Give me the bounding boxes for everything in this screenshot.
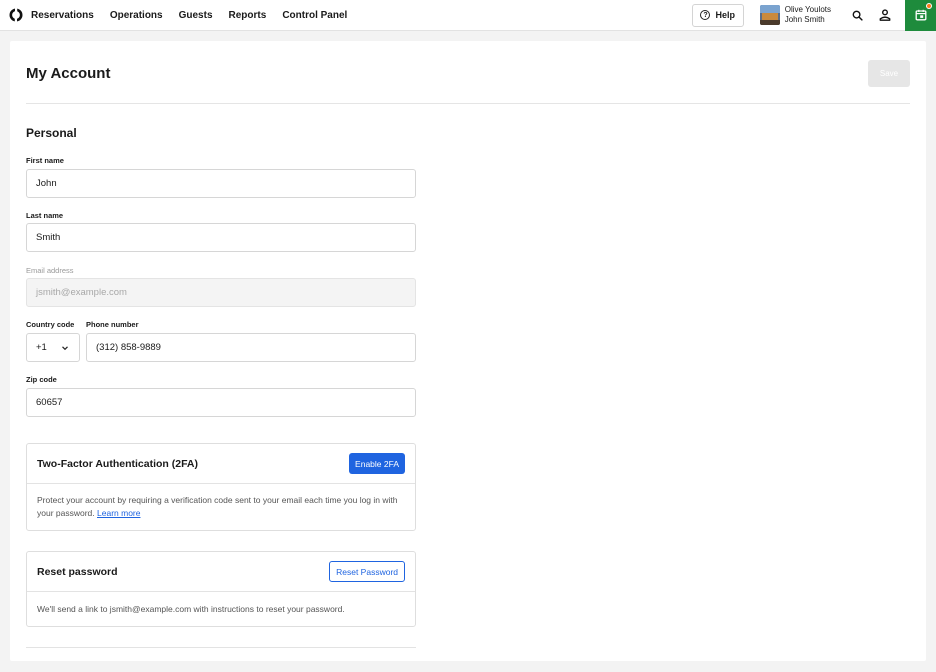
zip-code-label: Zip code bbox=[26, 375, 57, 384]
reset-password-description: We'll send a link to jsmith@example.com … bbox=[37, 604, 345, 614]
email-input: jsmith@example.com bbox=[26, 278, 416, 307]
last-name-input[interactable]: Smith bbox=[26, 223, 416, 252]
email-label: Email address bbox=[26, 266, 74, 275]
venue-thumbnail bbox=[759, 5, 780, 25]
account-card: My Account Save Personal First name John… bbox=[10, 41, 926, 661]
save-button[interactable]: Save bbox=[868, 60, 910, 87]
reset-password-button[interactable]: Reset Password bbox=[329, 561, 405, 582]
nav-reports[interactable]: Reports bbox=[229, 10, 267, 21]
app-logo-icon[interactable] bbox=[9, 8, 23, 22]
calendar-icon bbox=[915, 9, 926, 21]
bottom-divider bbox=[26, 647, 416, 648]
reset-password-title: Reset password bbox=[37, 565, 118, 578]
nav-reservations[interactable]: Reservations bbox=[31, 10, 94, 21]
reset-password-box: Reset password Reset Password We'll send… bbox=[26, 551, 416, 627]
enable-2fa-button[interactable]: Enable 2FA bbox=[349, 453, 405, 474]
country-code-value: +1 bbox=[36, 342, 47, 353]
notification-dot bbox=[926, 2, 932, 9]
two-factor-title: Two-Factor Authentication (2FA) bbox=[37, 457, 198, 470]
first-name-label: First name bbox=[26, 156, 64, 165]
section-title-personal: Personal bbox=[26, 126, 77, 140]
top-nav: Reservations Operations Guests Reports C… bbox=[0, 0, 936, 31]
title-divider bbox=[26, 103, 910, 104]
nav-operations[interactable]: Operations bbox=[110, 10, 163, 21]
venue-switcher[interactable]: Olive Youlots John Smith bbox=[759, 5, 831, 25]
first-name-input[interactable]: John bbox=[26, 169, 416, 198]
venue-name: Olive Youlots bbox=[784, 5, 831, 14]
nav-guests[interactable]: Guests bbox=[179, 10, 213, 21]
two-factor-description: Protect your account by requiring a veri… bbox=[27, 484, 415, 520]
phone-label: Phone number bbox=[86, 320, 139, 329]
calendar-button[interactable] bbox=[905, 0, 936, 31]
chevron-down-icon bbox=[62, 345, 68, 350]
zip-code-input[interactable]: 60657 bbox=[26, 388, 416, 417]
search-icon[interactable] bbox=[849, 7, 865, 23]
country-code-select[interactable]: +1 bbox=[26, 333, 80, 362]
two-factor-box: Two-Factor Authentication (2FA) Enable 2… bbox=[26, 443, 416, 531]
last-name-label: Last name bbox=[26, 211, 64, 220]
learn-more-link[interactable]: Learn more bbox=[97, 508, 140, 518]
help-icon: ? bbox=[700, 10, 711, 20]
help-label: Help bbox=[715, 10, 735, 20]
venue-user-name: John Smith bbox=[784, 15, 825, 24]
phone-input[interactable]: (312) 858-9889 bbox=[86, 333, 416, 362]
two-factor-description-text: Protect your account by requiring a veri… bbox=[37, 495, 398, 518]
page-title: My Account bbox=[26, 65, 111, 82]
user-icon[interactable] bbox=[877, 7, 893, 23]
nav-control-panel[interactable]: Control Panel bbox=[282, 10, 347, 21]
country-code-label: Country code bbox=[26, 320, 75, 329]
help-button[interactable]: ? Help bbox=[691, 3, 744, 27]
